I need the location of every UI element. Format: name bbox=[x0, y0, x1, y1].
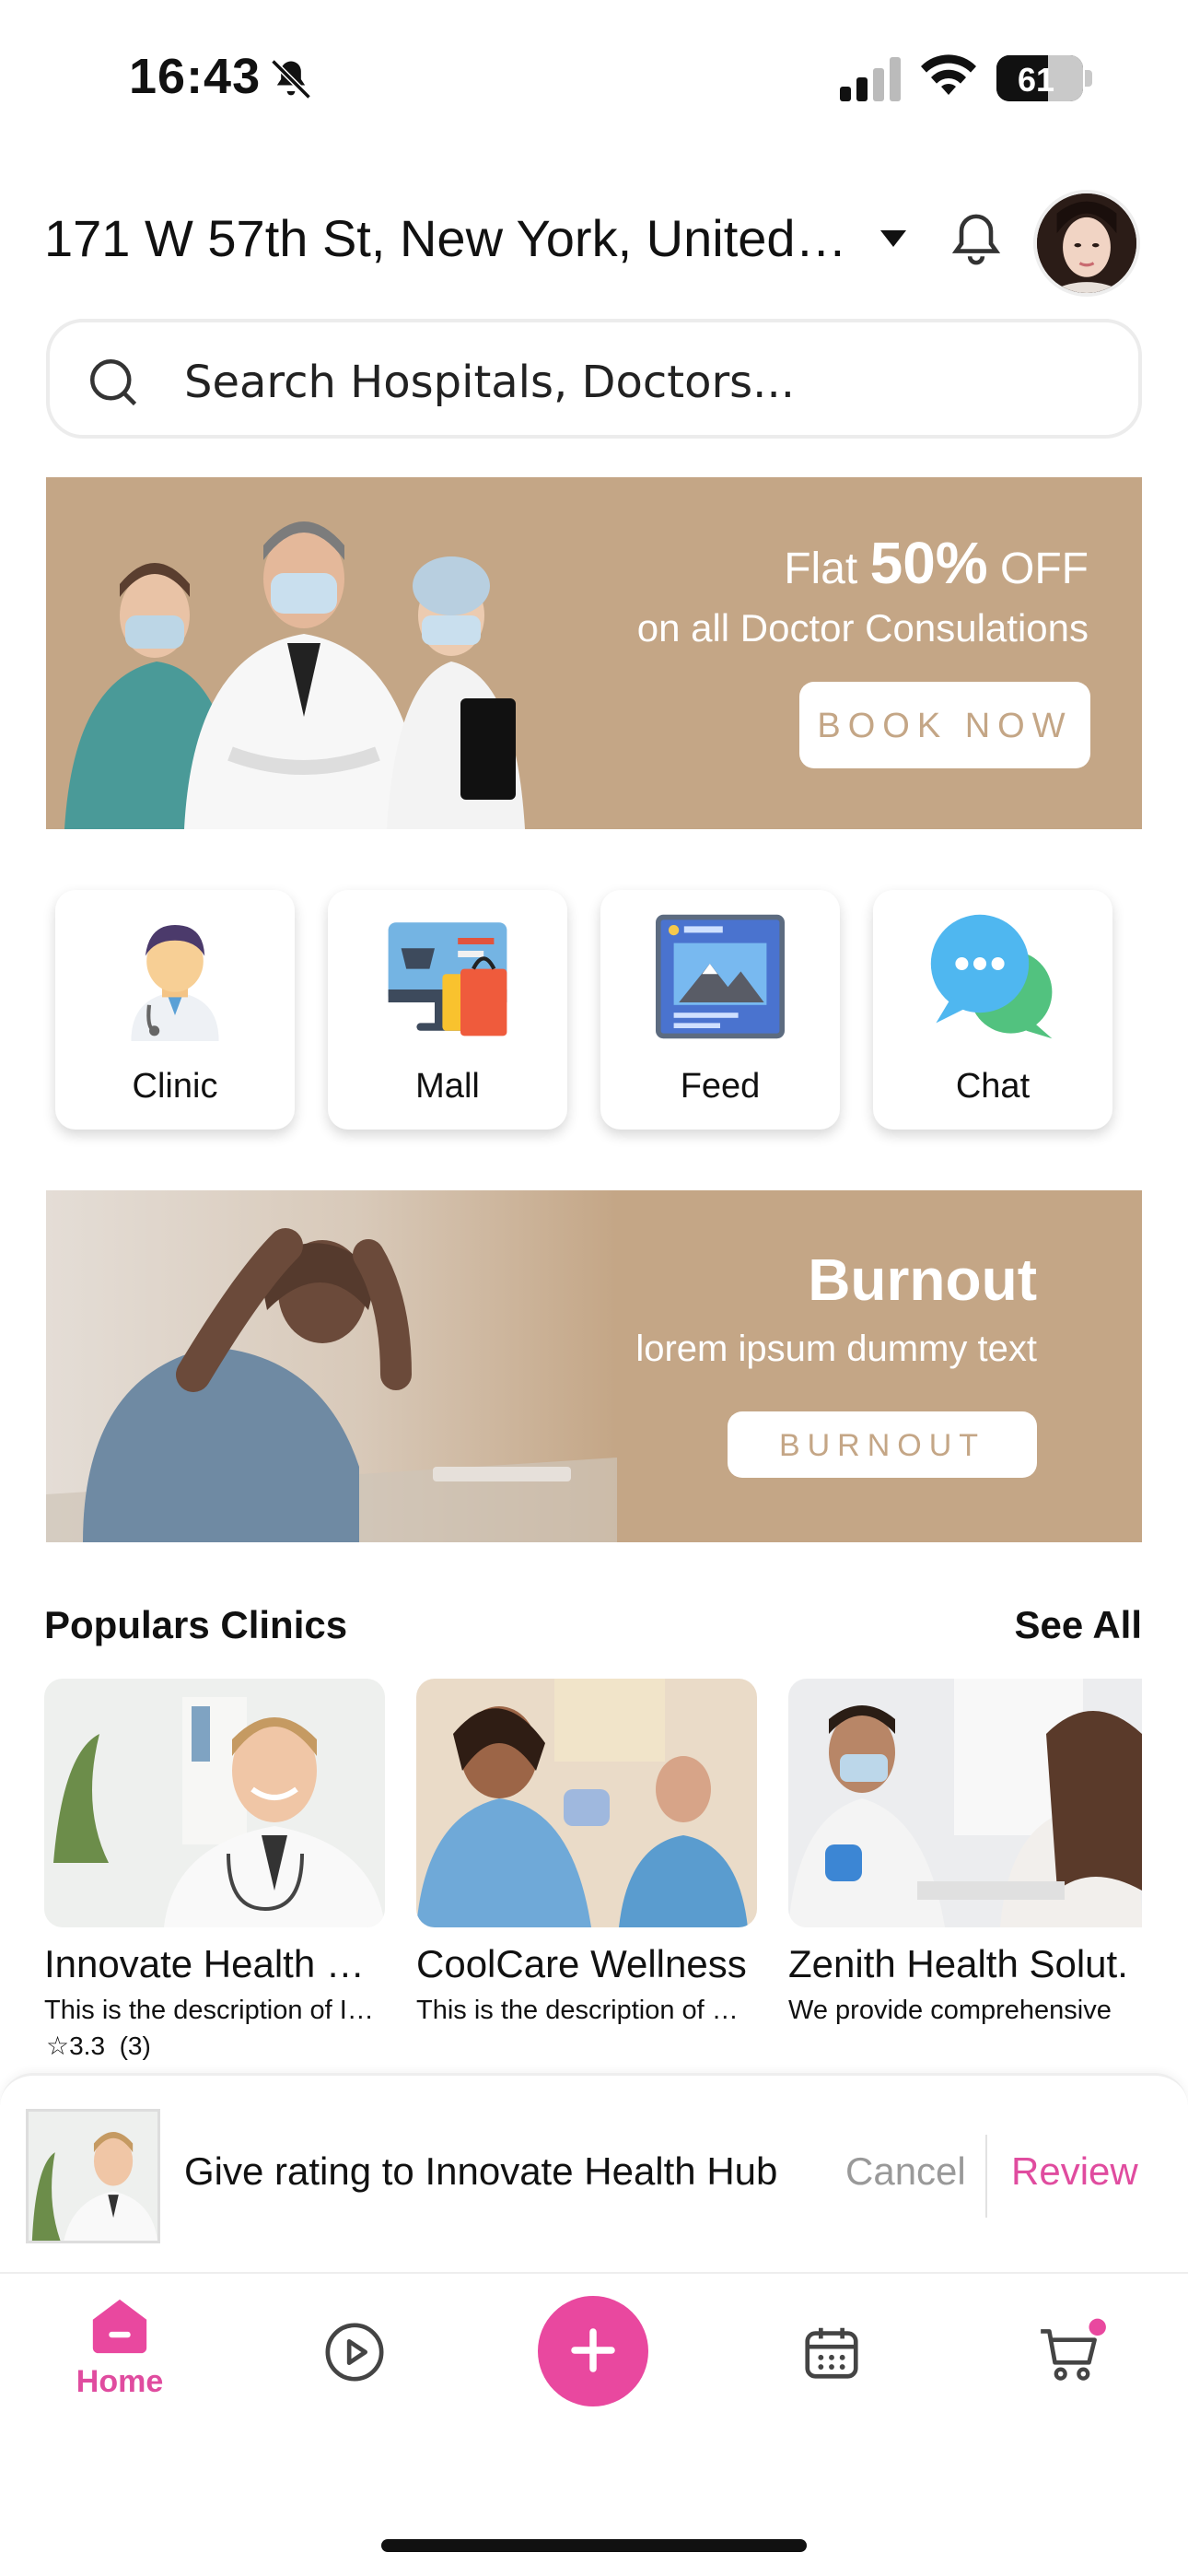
burnout-button[interactable]: BURNOUT bbox=[728, 1411, 1037, 1478]
status-bar: 16:43 61 bbox=[0, 0, 1188, 157]
clinic-card[interactable]: Innovate Health Hub This is the descript… bbox=[44, 1679, 385, 2026]
signal-icon bbox=[840, 57, 901, 101]
chevron-down-icon[interactable] bbox=[880, 230, 906, 247]
shopping-icon bbox=[388, 922, 507, 1036]
play-video-icon[interactable] bbox=[322, 2320, 387, 2384]
category-mall[interactable]: Mall bbox=[328, 890, 567, 1130]
rating-prompt-text: Give rating to Innovate Health Hub bbox=[184, 2149, 778, 2193]
category-label: Feed bbox=[680, 1067, 761, 1106]
doctors-illustration bbox=[64, 521, 525, 829]
clinic-photo bbox=[788, 1679, 1142, 1927]
clinic-description: We provide comprehensive bbox=[788, 1996, 1112, 2025]
see-all-link[interactable]: See All bbox=[1014, 1603, 1142, 1647]
image-feed-icon bbox=[656, 914, 785, 1039]
clinic-photo bbox=[416, 1679, 757, 1927]
wifi-icon bbox=[921, 54, 976, 95]
clinic-name: Zenith Health Solut. bbox=[788, 1942, 1128, 1985]
add-button[interactable] bbox=[538, 2296, 648, 2406]
burnout-banner[interactable]: Burnout lorem ipsum dummy text BURNOUT bbox=[46, 1190, 1142, 1542]
tab-home[interactable]: Home bbox=[64, 2294, 175, 2400]
category-label: Chat bbox=[955, 1067, 1031, 1106]
clinic-photo bbox=[44, 1679, 385, 1927]
cart-icon[interactable] bbox=[1035, 2316, 1109, 2386]
bell-icon[interactable] bbox=[950, 210, 1002, 269]
search-icon bbox=[90, 359, 137, 406]
clinic-description: This is the description of CoolCare Well… bbox=[416, 1996, 757, 2025]
review-button[interactable]: Review bbox=[1011, 2149, 1138, 2194]
star-icon: ☆ bbox=[46, 2032, 70, 2060]
avatar[interactable] bbox=[1033, 190, 1140, 297]
location-selector[interactable]: 171 W 57th St, New York, United States bbox=[44, 208, 855, 268]
promo-subtitle: on all Doctor Consulations bbox=[636, 606, 1089, 650]
clinic-thumbnail bbox=[26, 2109, 160, 2243]
tab-label: Home bbox=[76, 2364, 164, 2399]
doctor-icon bbox=[131, 925, 219, 1041]
promo-headline: Flat 50% OFF bbox=[784, 530, 1089, 596]
burnout-title: Burnout bbox=[808, 1247, 1037, 1313]
category-chat[interactable]: Chat bbox=[873, 890, 1112, 1130]
category-label: Mall bbox=[415, 1067, 480, 1106]
clinic-rating: ☆3.3 (3) bbox=[46, 2032, 151, 2060]
battery-level: 61 bbox=[1017, 61, 1055, 99]
promo-banner[interactable]: Flat 50% OFF on all Doctor Consulations … bbox=[46, 477, 1142, 829]
category-feed[interactable]: Feed bbox=[600, 890, 840, 1130]
rating-prompt: Give rating to Innovate Health Hub Cance… bbox=[0, 2073, 1188, 2272]
clinic-card[interactable]: Zenith Health Solut. We provide comprehe… bbox=[788, 1679, 1142, 2026]
battery-icon: 61 bbox=[996, 55, 1083, 101]
section-title: Populars Clinics bbox=[44, 1603, 348, 1646]
clinic-card[interactable]: CoolCare Wellness This is the descriptio… bbox=[416, 1679, 757, 2026]
bell-off-icon bbox=[271, 59, 311, 100]
home-icon bbox=[92, 2299, 147, 2354]
cancel-button[interactable]: Cancel bbox=[845, 2149, 966, 2194]
bottom-tab-bar: Home bbox=[0, 2272, 1188, 2576]
clinic-name: CoolCare Wellness bbox=[416, 1942, 747, 1985]
plus-icon bbox=[571, 2327, 615, 2372]
category-clinic[interactable]: Clinic bbox=[55, 890, 295, 1130]
burnout-subtitle: lorem ipsum dummy text bbox=[635, 1329, 1037, 1369]
chat-bubbles-icon bbox=[930, 914, 1053, 1039]
clinic-description: This is the description of Innovate Heal… bbox=[44, 1996, 385, 2025]
calendar-icon[interactable] bbox=[799, 2320, 864, 2384]
home-indicator bbox=[381, 2539, 807, 2552]
stressed-man-illustration bbox=[46, 1190, 617, 1542]
status-time: 16:43 bbox=[129, 49, 262, 104]
search-input[interactable] bbox=[182, 350, 1103, 415]
category-label: Clinic bbox=[132, 1067, 218, 1106]
clinic-name: Innovate Health Hub bbox=[44, 1942, 385, 1985]
book-now-button[interactable]: BOOK NOW bbox=[799, 682, 1090, 768]
divider bbox=[985, 2135, 987, 2218]
search-bar[interactable] bbox=[46, 319, 1142, 439]
